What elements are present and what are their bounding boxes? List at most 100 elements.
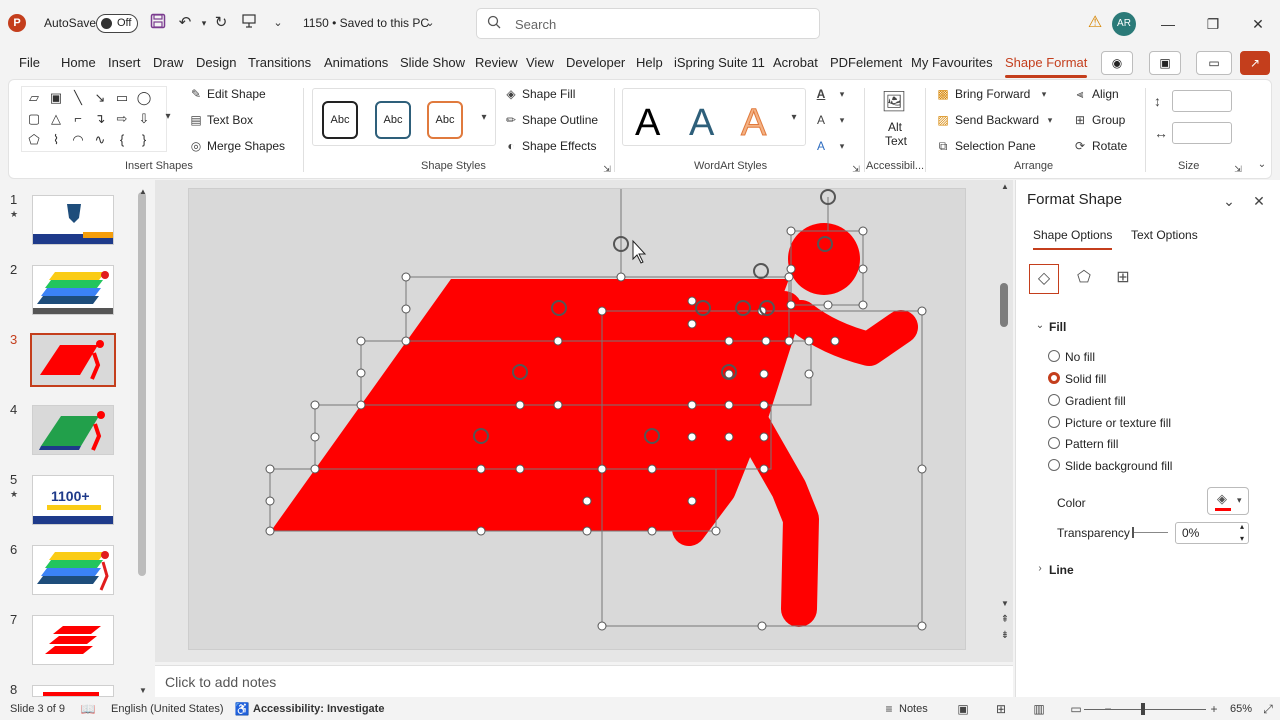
line-expand-icon[interactable]: › — [1032, 561, 1048, 577]
slideshow-view-icon[interactable]: ▭ — [1068, 701, 1084, 717]
rectangle-icon[interactable]: ▭ — [114, 90, 130, 106]
text-outline-icon[interactable]: A — [814, 113, 828, 127]
tab-developer[interactable]: Developer — [566, 55, 625, 70]
slide-thumbnail-1[interactable] — [32, 195, 114, 245]
radio-pattern-fill[interactable] — [1048, 437, 1060, 449]
line-icon[interactable]: ╲ — [70, 90, 86, 106]
transparency-slider[interactable] — [1132, 527, 1168, 538]
tab-ispring[interactable]: iSpring Suite 11 — [674, 55, 765, 70]
tab-slide-show[interactable]: Slide Show — [400, 55, 465, 70]
triangle-icon[interactable]: △ — [48, 111, 64, 127]
spelling-icon[interactable]: 📖 — [80, 701, 96, 717]
style-preset-orange[interactable]: Abc — [427, 101, 463, 139]
bring-forward-dropdown-icon[interactable]: ▾ — [1037, 87, 1051, 101]
shape-effects-button[interactable]: Shape Effects — [522, 139, 597, 153]
rotate-button[interactable]: Rotate — [1092, 139, 1127, 153]
zoom-slider[interactable] — [1084, 709, 1206, 710]
wordart-orange[interactable]: A — [740, 103, 766, 144]
slide-background-fill-label[interactable]: Slide background fill — [1065, 459, 1172, 473]
wordart-blue[interactable]: A — [689, 103, 714, 143]
slide-thumbnail-6[interactable] — [32, 545, 114, 595]
curve-icon[interactable]: ∿ — [92, 132, 108, 148]
tab-text-options[interactable]: Text Options — [1131, 228, 1198, 242]
curved-connector-icon[interactable]: ↴ — [92, 111, 108, 127]
dialog-launcher-icon[interactable]: ⇲ — [600, 162, 614, 176]
radio-picture-fill[interactable] — [1048, 416, 1060, 428]
language-indicator[interactable]: English (United States) — [111, 703, 224, 715]
tab-transitions[interactable]: Transitions — [248, 55, 311, 70]
shapes-more-icon[interactable]: ▾ — [161, 110, 175, 124]
text-fill-icon[interactable]: A — [814, 87, 828, 101]
slide-thumbnail-2[interactable] — [32, 265, 114, 315]
document-title[interactable]: 1150 • Saved to this PC — [303, 16, 429, 30]
alt-text-button[interactable]: Alt Text — [885, 120, 907, 148]
slide-thumbnail-3[interactable] — [30, 333, 116, 387]
gradient-fill-label[interactable]: Gradient fill — [1065, 394, 1126, 408]
tab-design[interactable]: Design — [196, 55, 236, 70]
slide-thumbnail-5[interactable]: 1100+ — [32, 475, 114, 525]
effects-icon[interactable]: ⬠ — [1069, 264, 1099, 294]
canvas-scroll-up-icon[interactable]: ▲ — [998, 180, 1012, 194]
accessibility-icon[interactable]: ♿ — [234, 701, 250, 717]
merge-shapes-button[interactable]: Merge Shapes — [207, 139, 285, 153]
tab-file[interactable]: File — [19, 55, 40, 70]
rounded-rect-icon[interactable]: ▢ — [26, 111, 42, 127]
width-input[interactable] — [1172, 122, 1232, 144]
parallelogram-icon[interactable]: ▱ — [26, 90, 42, 106]
reading-view-icon[interactable]: ▥ — [1031, 701, 1047, 717]
selection-pane-button[interactable]: Selection Pane — [955, 139, 1036, 153]
present-teams-button[interactable]: ▣ — [1149, 51, 1181, 75]
slide-sorter-icon[interactable]: ⊞ — [993, 701, 1009, 717]
slide-indicator[interactable]: Slide 3 of 9 — [10, 703, 65, 715]
scribble-icon[interactable]: ⌇ — [48, 132, 64, 148]
oval-icon[interactable]: ◯ — [136, 90, 152, 106]
no-fill-label[interactable]: No fill — [1065, 350, 1095, 364]
text-fill-dropdown-icon[interactable]: ▾ — [835, 87, 849, 101]
line-section-header[interactable]: Line — [1049, 563, 1074, 577]
radio-no-fill[interactable] — [1048, 350, 1060, 362]
search-box[interactable]: Search — [476, 8, 820, 39]
fill-collapse-icon[interactable]: ⌄ — [1032, 318, 1048, 334]
tab-shape-options[interactable]: Shape Options — [1033, 228, 1113, 250]
dialog-launcher-icon[interactable]: ⇲ — [849, 162, 863, 176]
scroll-up-icon[interactable]: ▲ — [136, 185, 150, 199]
pane-options-chevron-icon[interactable]: ⌄ — [1221, 193, 1237, 209]
send-backward-button[interactable]: Send Backward — [955, 113, 1039, 127]
wordart-more-icon[interactable]: ▾ — [787, 111, 801, 125]
record-button[interactable]: ◉ — [1101, 51, 1133, 75]
save-icon[interactable] — [148, 13, 168, 33]
text-outline-dropdown-icon[interactable]: ▾ — [835, 113, 849, 127]
tab-help[interactable]: Help — [636, 55, 663, 70]
minimize-icon[interactable]: — — [1154, 12, 1182, 36]
radio-slide-background-fill[interactable] — [1048, 459, 1060, 471]
dialog-launcher-icon[interactable]: ⇲ — [1231, 162, 1245, 176]
slide-thumbnail-8[interactable] — [32, 685, 114, 697]
slide-artwork[interactable] — [189, 189, 966, 650]
color-picker-button[interactable]: ◈ ▾ — [1207, 487, 1249, 515]
fill-line-icon[interactable]: ◇ — [1029, 264, 1059, 294]
tab-my-favourites[interactable]: My Favourites — [911, 55, 993, 70]
radio-gradient-fill[interactable] — [1048, 394, 1060, 406]
slide-canvas[interactable] — [188, 188, 966, 650]
text-effects-dropdown-icon[interactable]: ▾ — [835, 139, 849, 153]
shapes-gallery[interactable]: ▱ ▣ ╲ ↘ ▭ ◯ ▢ △ ⌐ ↴ ⇨ ⇩ ⬠ ⌇ ◠ ∿ { } — [21, 86, 167, 152]
tab-animations[interactable]: Animations — [324, 55, 388, 70]
size-properties-icon[interactable]: ⊞ — [1108, 264, 1138, 294]
autosave-toggle[interactable]: Off — [96, 14, 138, 33]
freeform-icon[interactable]: ⬠ — [26, 132, 42, 148]
next-slide-icon[interactable]: ⇟ — [998, 629, 1012, 643]
style-preset-blue[interactable]: Abc — [375, 101, 411, 139]
normal-view-icon[interactable]: ▣ — [955, 701, 971, 717]
text-effects-icon[interactable]: A — [814, 139, 828, 153]
scroll-down-icon[interactable]: ▼ — [136, 684, 150, 698]
zoom-slider-thumb[interactable] — [1141, 703, 1145, 715]
tab-draw[interactable]: Draw — [153, 55, 183, 70]
radio-solid-fill[interactable] — [1048, 372, 1060, 384]
fit-to-window-icon[interactable]: ⤢ — [1260, 701, 1276, 717]
bring-forward-button[interactable]: Bring Forward — [955, 87, 1030, 101]
style-preset-dark[interactable]: Abc — [322, 101, 358, 139]
pattern-fill-label[interactable]: Pattern fill — [1065, 437, 1118, 451]
canvas-scrollbar[interactable] — [1000, 283, 1008, 327]
text-box-button[interactable]: Text Box — [207, 113, 253, 127]
thumbnails-scrollbar[interactable] — [138, 192, 146, 576]
